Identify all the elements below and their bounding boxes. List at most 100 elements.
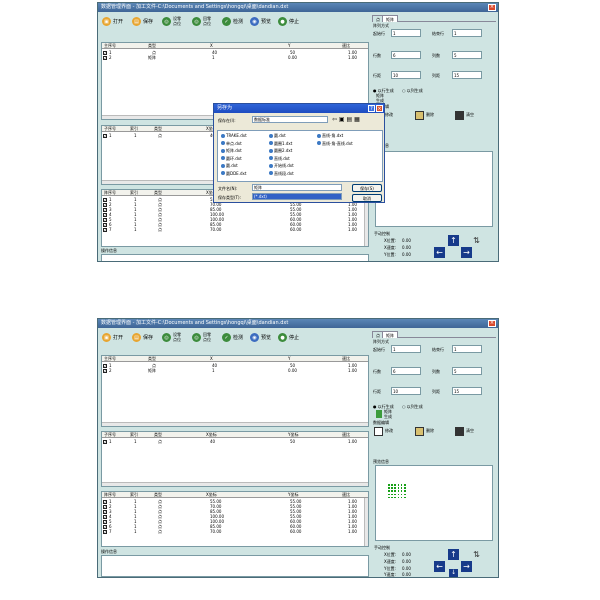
table-row[interactable]: ✓ 1 1 点 40 50 1.00 xyxy=(102,439,368,444)
checkbox[interactable]: ✓ xyxy=(103,50,107,55)
end-row-input[interactable]: 1 xyxy=(452,29,482,37)
save-button[interactable]: ▤ 保存 xyxy=(132,16,153,27)
end-row-input[interactable]: 1 xyxy=(452,345,482,353)
checkbox[interactable]: ✓ xyxy=(103,133,107,138)
stop-button[interactable]: ● 停止 xyxy=(278,332,299,343)
row-gap-input[interactable]: 10 xyxy=(391,387,421,395)
file-item[interactable]: 圆圈2.dxt xyxy=(269,148,292,153)
filename-input[interactable]: 矩阵 xyxy=(252,184,342,191)
horizontal-scrollbar[interactable] xyxy=(102,422,368,426)
table-row[interactable]: ✓ 2 矩阵 1 0.00 1.00 xyxy=(102,55,368,60)
tab-matrix[interactable]: 矩阵 xyxy=(382,331,398,338)
close-icon[interactable]: × xyxy=(488,320,496,327)
checkbox[interactable]: ✓ xyxy=(103,499,107,504)
rotate-icon[interactable]: ⇅ xyxy=(471,235,482,246)
table-row[interactable]: ✓ 7 1 点 70.00 60.00 1.00 xyxy=(102,227,368,232)
set-origin-button[interactable]: ◎ 设零 点位 xyxy=(162,332,181,343)
table-row[interactable]: ✓ 2 矩阵 1 0.00 1.00 xyxy=(102,368,368,373)
checkbox[interactable]: ✓ xyxy=(103,202,107,207)
checkbox[interactable]: ✓ xyxy=(103,363,107,368)
file-item[interactable]: 直线-角-直线.dxt xyxy=(317,141,353,146)
cancel-button[interactable]: 取消 xyxy=(352,194,382,202)
close-icon[interactable]: × xyxy=(488,4,496,11)
test-button[interactable]: ✓ 检测 xyxy=(222,16,243,27)
delete-button[interactable]: 删除 xyxy=(415,426,434,436)
col-gap-input[interactable]: 15 xyxy=(452,387,482,395)
tab-matrix[interactable]: 矩阵 xyxy=(382,15,398,22)
checkbox[interactable]: ✓ xyxy=(103,207,107,212)
file-item[interactable]: 直线段.dxt xyxy=(269,171,294,176)
file-item[interactable]: 直线.dxt xyxy=(269,156,290,161)
file-item[interactable]: 矩阵.dxt xyxy=(221,148,242,153)
help-icon[interactable]: ? xyxy=(368,105,375,112)
checkbox[interactable]: ✓ xyxy=(103,529,107,534)
col-gap-input[interactable]: 15 xyxy=(452,71,482,79)
row-gap-input[interactable]: 10 xyxy=(391,71,421,79)
file-item[interactable]: 圆圈1.dxt xyxy=(269,141,292,146)
save-in-select[interactable]: 数据标准 xyxy=(252,116,328,123)
start-row-input[interactable]: 1 xyxy=(391,29,421,37)
test-button[interactable]: ✓ 检测 xyxy=(222,332,243,343)
horizontal-scrollbar[interactable] xyxy=(102,482,368,486)
preview-button[interactable]: ◉ 预览 xyxy=(250,16,271,27)
start-row-input[interactable]: 1 xyxy=(391,345,421,353)
gen-col-radio[interactable]: ○ 以列生成 xyxy=(402,88,423,94)
checkbox[interactable]: ✓ xyxy=(103,509,107,514)
checkbox[interactable]: ✓ xyxy=(103,519,107,524)
table-row[interactable]: ✓ 7 1 点 70.00 60.00 1.00 xyxy=(102,529,368,534)
checkbox[interactable]: ✓ xyxy=(103,55,107,60)
arrow-down-icon[interactable]: ↓ xyxy=(449,569,458,577)
file-item[interactable]: 圆环.dxt xyxy=(221,156,242,161)
checkbox[interactable]: ✓ xyxy=(103,197,107,202)
checkbox[interactable]: ✓ xyxy=(103,514,107,519)
file-item[interactable]: 圆.dxt xyxy=(221,163,238,168)
sub-table[interactable]: 子序号 索引 类型 X坐标 Y坐标 速比 ✓ 1 1 点 40 50 1.00 xyxy=(101,431,369,487)
preview-button[interactable]: ◉ 预览 xyxy=(250,332,271,343)
clear-button[interactable]: 清空 xyxy=(455,426,474,436)
checkbox[interactable]: ✓ xyxy=(103,504,107,509)
file-item[interactable]: TRAKE.dxt xyxy=(221,133,247,138)
checkbox[interactable]: ✓ xyxy=(103,524,107,529)
file-item[interactable]: 圆.dxt xyxy=(269,133,286,138)
set-origin-button[interactable]: ◎ 设零 点位 xyxy=(162,16,181,27)
checkbox[interactable]: ✓ xyxy=(103,222,107,227)
clear-button[interactable]: 清空 xyxy=(455,110,474,120)
file-item[interactable]: 开始线.dxt xyxy=(269,163,294,168)
goto-origin-button[interactable]: ◎ 回零 点位 xyxy=(192,16,211,27)
close-icon[interactable]: × xyxy=(376,105,383,112)
stop-button[interactable]: ● 停止 xyxy=(278,16,299,27)
matrix-generate-button[interactable]: 矩阵 生成 xyxy=(376,93,384,103)
vertical-scrollbar[interactable] xyxy=(364,196,368,246)
save-button[interactable]: 保存(S) xyxy=(352,184,382,192)
goto-origin-button[interactable]: ◎ 回零 点位 xyxy=(192,332,211,343)
checkbox[interactable]: ✓ xyxy=(103,217,107,222)
arrow-up-icon[interactable]: ↑ xyxy=(448,549,459,560)
arrow-right-icon[interactable]: → xyxy=(461,247,472,258)
arrow-left-icon[interactable]: ← xyxy=(434,247,445,258)
open-button[interactable]: ▣ 打开 xyxy=(102,332,123,343)
vertical-scrollbar[interactable] xyxy=(364,498,368,546)
save-button[interactable]: ▤ 保存 xyxy=(132,332,153,343)
checkbox[interactable]: ✓ xyxy=(103,212,107,217)
modify-button[interactable]: 修改 xyxy=(374,426,393,436)
arrow-right-icon[interactable]: → xyxy=(461,561,472,572)
matrix-generate-button[interactable]: 矩阵 生成 xyxy=(384,409,392,419)
file-item[interactable]: 单点.dxt xyxy=(221,141,242,146)
nav-icons[interactable]: ⇦ ▣ ▤ ▦ xyxy=(332,116,360,123)
cols-input[interactable]: 5 xyxy=(452,367,482,375)
filetype-select[interactable]: (*.dxt) xyxy=(252,193,342,200)
rows-input[interactable]: 6 xyxy=(391,367,421,375)
rotate-icon[interactable]: ⇅ xyxy=(471,549,482,560)
open-button[interactable]: ▣ 打开 xyxy=(102,16,123,27)
main-table[interactable]: 主序号 类型 X Y 速比 ✓ 1 点 40 50 1.00 ✓ 2 矩阵 1 … xyxy=(101,355,369,427)
file-item[interactable]: 直线-角.dxt xyxy=(317,133,343,138)
checkbox[interactable]: ✓ xyxy=(103,439,107,444)
delete-button[interactable]: 删除 xyxy=(415,110,434,120)
arrow-left-icon[interactable]: ← xyxy=(434,561,445,572)
rows-input[interactable]: 6 xyxy=(391,51,421,59)
cols-input[interactable]: 5 xyxy=(452,51,482,59)
checkbox[interactable]: ✓ xyxy=(103,368,107,373)
checkbox[interactable]: ✓ xyxy=(103,227,107,232)
file-list[interactable]: TRAKE.dxt 单点.dxt 矩阵.dxt 圆环.dxt 圆.dxt 圆DDE.dxt… xyxy=(217,130,383,182)
detail-table[interactable]: 阵序号 索引 类型 X坐标 Y坐标 速比 ✓11点55.0055.001.00✓… xyxy=(101,491,369,547)
